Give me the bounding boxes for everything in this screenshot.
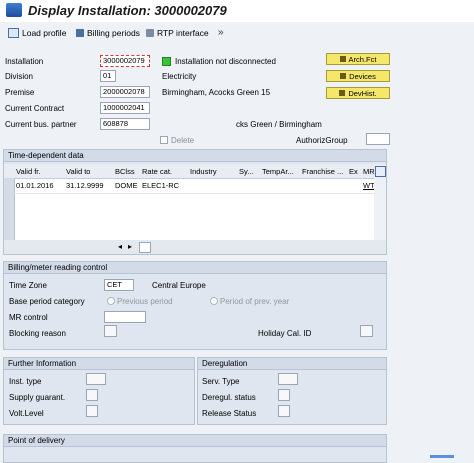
column-header[interactable]: Franchise ... — [302, 167, 343, 176]
valid-to-cell: 31.12.9999 — [66, 181, 104, 190]
vertical-scrollbar[interactable] — [374, 178, 386, 240]
time-dependent-title: Time-dependent data — [4, 150, 386, 162]
sap-logo-icon — [6, 3, 22, 17]
authoriz-group-label: AuthorizGroup — [296, 136, 348, 145]
column-header[interactable]: BClss — [115, 167, 135, 176]
table-settings-icon[interactable] — [375, 166, 386, 177]
base-period-label: Base period category — [9, 297, 85, 306]
application-toolbar — [0, 22, 474, 44]
release-status-label: Release Status — [202, 409, 257, 418]
division-label: Division — [5, 72, 34, 81]
supply-guarant-label: Supply guarant. — [9, 393, 66, 402]
bus-partner-text: cks Green / Birmingham — [236, 120, 322, 129]
column-header[interactable]: Valid to — [66, 167, 90, 176]
redaction — [196, 118, 236, 129]
mr-control-label: MR control — [9, 313, 48, 322]
authoriz-group-field[interactable] — [366, 133, 390, 145]
division-field[interactable]: 01 — [100, 70, 116, 82]
column-header[interactable]: Valid fr. — [16, 167, 40, 176]
blocking-reason-field[interactable] — [104, 325, 117, 337]
column-header[interactable]: Rate cat. — [142, 167, 172, 176]
scroll-left-icon[interactable]: ◂ — [118, 242, 122, 251]
previous-period-label: Previous period — [117, 297, 173, 306]
prev-year-label: Period of prev. year — [220, 297, 290, 306]
column-header[interactable]: MR — [363, 167, 375, 176]
point-of-delivery-title: Point of delivery — [4, 435, 386, 447]
time-dependent-table: Valid fr. Valid to BClss Rate cat. Indus… — [4, 164, 386, 240]
devices-icon — [340, 73, 347, 79]
premise-field[interactable]: 2000002078 — [100, 86, 150, 98]
valid-from-cell: 01.01.2016 — [16, 181, 54, 190]
table-row[interactable]: 01.01.2016 31.12.9999 DOME ELEC1-RC WTM — [14, 178, 386, 194]
table-header: Valid fr. Valid to BClss Rate cat. Indus… — [4, 164, 386, 179]
current-contract-field[interactable]: 1000002041 — [100, 102, 150, 114]
column-header[interactable]: TempAr... — [262, 167, 294, 176]
serv-type-field[interactable] — [278, 373, 298, 385]
time-zone-text: Central Europe — [152, 281, 206, 290]
blocking-reason-label: Blocking reason — [9, 329, 66, 338]
bus-partner-field[interactable]: 608878 — [100, 118, 150, 130]
devhist-button[interactable]: DevHist. — [326, 87, 390, 99]
holiday-cal-label: Holiday Cal. ID — [258, 329, 312, 338]
time-zone-field[interactable]: CET — [104, 279, 134, 291]
holiday-cal-field[interactable] — [360, 325, 373, 337]
rtp-interface-icon — [146, 29, 154, 37]
progress-indicator — [430, 455, 454, 458]
current-contract-label: Current Contract — [5, 104, 65, 113]
archive-icon — [339, 56, 346, 62]
inst-type-field[interactable] — [86, 373, 106, 385]
scroll-right-icon[interactable]: ▸ — [128, 242, 132, 251]
billing-control-title: Billing/meter reading control — [4, 262, 386, 274]
devices-button[interactable]: Devices — [326, 70, 390, 82]
column-header[interactable]: Ex — [349, 167, 358, 176]
page-title: Display Installation: 3000002079 — [28, 3, 227, 18]
column-header[interactable]: Sy... — [239, 167, 253, 176]
title-bar: Display Installation: 3000002079 — [0, 0, 474, 22]
status-green-icon — [162, 57, 171, 66]
further-info-title: Further Information — [4, 358, 194, 370]
load-profile-icon — [8, 28, 19, 38]
deregul-status-field[interactable] — [278, 389, 290, 401]
load-profile-button[interactable]: Load profile — [8, 28, 66, 38]
more-icon[interactable]: » — [218, 27, 224, 38]
volt-level-field[interactable] — [86, 405, 98, 417]
volt-level-label: Volt.Level — [9, 409, 44, 418]
installation-label: Installation — [5, 57, 44, 66]
point-of-delivery-panel: Point of delivery — [3, 434, 387, 463]
time-zone-label: Time Zone — [9, 281, 47, 290]
time-dependent-panel: Time-dependent data Valid fr. Valid to B… — [3, 149, 387, 255]
premise-text: Birmingham, Acocks Green 15 — [162, 88, 271, 97]
scroll-thumb[interactable] — [139, 242, 151, 253]
serv-type-label: Serv. Type — [202, 377, 240, 386]
column-header[interactable]: Industry — [190, 167, 217, 176]
billing-periods-button[interactable]: Billing periods — [76, 28, 140, 38]
rate-cat-cell: ELEC1-RC — [142, 181, 180, 190]
inst-type-label: Inst. type — [9, 377, 42, 386]
release-status-field[interactable] — [278, 405, 290, 417]
previous-period-radio[interactable] — [107, 296, 115, 305]
delete-label: Delete — [171, 136, 195, 145]
deregulation-title: Deregulation — [198, 358, 386, 370]
rtp-interface-button[interactable]: RTP interface — [146, 28, 209, 38]
bus-partner-label: Current bus. partner — [5, 120, 77, 129]
arch-fct-button[interactable]: Arch.Fct — [326, 53, 390, 65]
billing-periods-icon — [76, 29, 84, 37]
delete-checkbox[interactable] — [160, 136, 168, 144]
installation-field[interactable]: 3000002079 — [100, 55, 150, 67]
mr-control-field[interactable] — [104, 311, 146, 323]
bclss-cell: DOME — [115, 181, 138, 190]
division-text: Electricity — [162, 72, 197, 81]
deregul-status-label: Deregul. status — [202, 393, 256, 402]
premise-label: Premise — [5, 88, 35, 97]
device-history-icon — [339, 90, 346, 96]
installation-status-text: Installation not disconnected — [175, 57, 276, 66]
supply-guarant-field[interactable] — [86, 389, 98, 401]
horizontal-scrollbar[interactable]: ◂ ▸ — [4, 240, 386, 254]
prev-year-radio[interactable] — [210, 296, 218, 305]
